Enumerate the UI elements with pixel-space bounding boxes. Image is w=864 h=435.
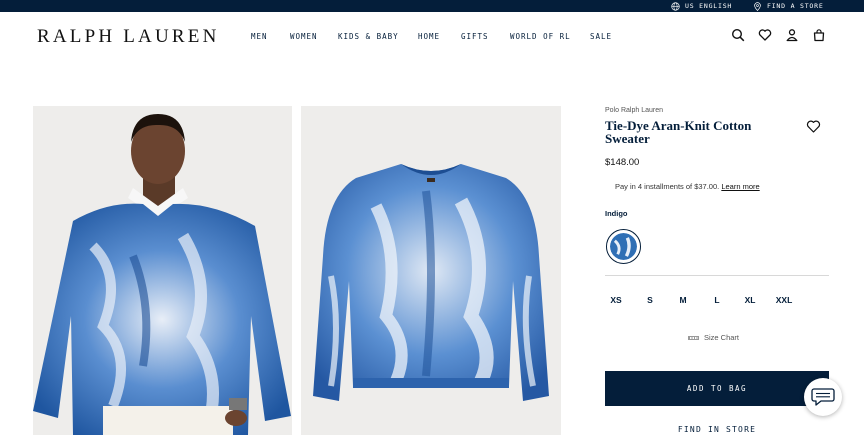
account-icon[interactable]	[785, 28, 799, 42]
chat-bubble-icon	[811, 388, 835, 406]
size-chart-label: Size Chart	[704, 333, 740, 342]
location-pin-icon	[754, 1, 761, 11]
language-label: US ENGLISH	[685, 2, 733, 10]
nav-item-sale[interactable]: SALE	[590, 32, 612, 41]
utility-bar: US ENGLISH FIND A STORE	[0, 0, 864, 12]
search-icon[interactable]	[731, 28, 745, 42]
installments-text: Pay in 4 installments of $37.00.	[615, 182, 720, 191]
size-option-xxl[interactable]: XXL	[767, 290, 801, 310]
language-selector[interactable]: US ENGLISH	[671, 0, 732, 12]
product-image-flat[interactable]	[301, 106, 561, 435]
nav-item-gifts[interactable]: GIFTS	[461, 32, 489, 41]
add-to-wishlist-heart-icon[interactable]	[806, 119, 821, 134]
size-chart-link[interactable]: Size Chart	[688, 333, 739, 342]
ralph-lauren-logo[interactable]: RALPH LAUREN	[37, 26, 220, 48]
nav-item-women[interactable]: WOMEN	[290, 32, 318, 41]
nav-item-men[interactable]: MEN	[251, 32, 268, 41]
divider	[605, 275, 829, 276]
color-name: Indigo	[605, 209, 628, 218]
size-option-m[interactable]: M	[666, 290, 700, 310]
bag-icon[interactable]	[812, 28, 826, 42]
size-option-xl[interactable]: XL	[733, 290, 767, 310]
learn-more-link[interactable]: Learn more	[721, 182, 759, 191]
product-brand[interactable]: Polo Ralph Lauren	[605, 107, 663, 114]
product-title: Tie-Dye Aran-Knit Cotton Sweater	[605, 118, 752, 146]
nav-item-home[interactable]: HOME	[418, 32, 440, 41]
size-option-s[interactable]: S	[633, 290, 667, 310]
ruler-icon	[688, 335, 699, 340]
find-a-store-label: FIND A STORE	[767, 2, 824, 10]
size-option-xs[interactable]: XS	[599, 290, 633, 310]
heart-icon[interactable]	[758, 28, 772, 42]
product-price: $148.00	[605, 157, 640, 168]
nav-item-kids-baby[interactable]: KIDS & BABY	[338, 32, 399, 41]
globe-icon	[671, 1, 680, 11]
find-a-store-link[interactable]: FIND A STORE	[753, 0, 824, 12]
color-swatch-indigo[interactable]	[606, 229, 641, 264]
nav-item-world-of-rl[interactable]: WORLD OF RL	[510, 32, 571, 41]
size-option-l[interactable]: L	[700, 290, 734, 310]
find-in-store-button[interactable]: FIND IN STORE	[605, 420, 829, 435]
product-image-model[interactable]	[33, 106, 292, 435]
chat-button[interactable]	[804, 378, 842, 416]
add-to-bag-button[interactable]: ADD TO BAG	[605, 371, 829, 406]
installments-info: Pay in 4 installments of $37.00. Learn m…	[615, 182, 760, 191]
